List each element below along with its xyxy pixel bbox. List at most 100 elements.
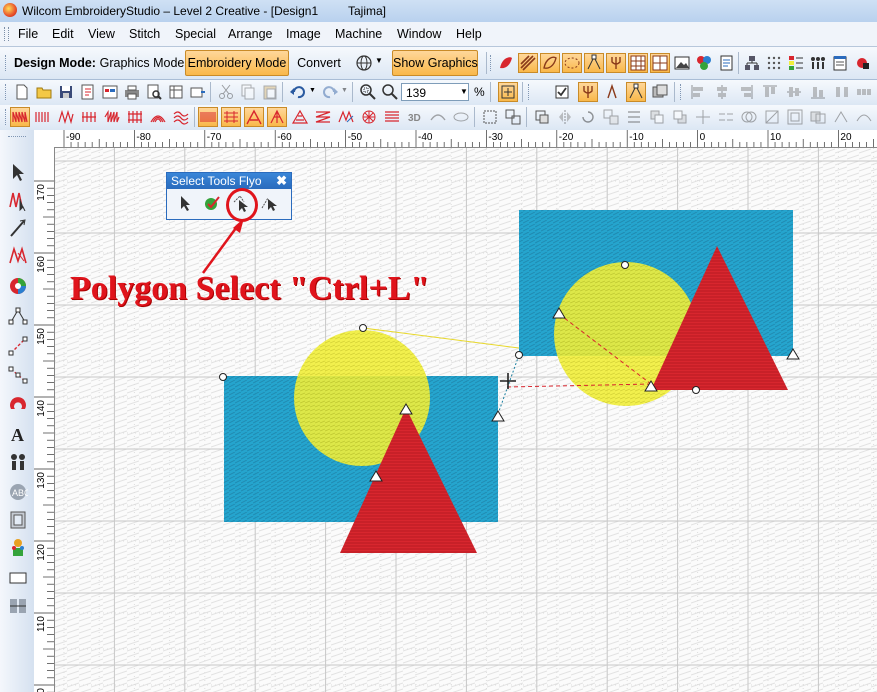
color-wheel-icon[interactable] (7, 274, 29, 298)
redo-dropdown-icon[interactable]: ▼ (341, 87, 348, 94)
fill-zigzag-icon[interactable] (336, 107, 356, 127)
undo-dropdown-icon[interactable]: ▼ (309, 87, 316, 94)
contour-icon[interactable] (148, 107, 168, 127)
fill-crosshatch-icon[interactable] (313, 107, 333, 127)
lasso-select-icon[interactable] (259, 193, 279, 213)
transform-icon[interactable] (532, 107, 552, 127)
distribute-icon[interactable] (832, 82, 852, 102)
wave-fill-icon[interactable] (171, 107, 191, 127)
program-split-icon[interactable] (102, 107, 122, 127)
menu-help[interactable]: Help (456, 27, 482, 41)
globe-icon[interactable] (354, 53, 374, 73)
design-drawing[interactable] (55, 148, 877, 692)
show-graphics-button[interactable]: Show Graphics (392, 50, 478, 76)
trim-icon[interactable] (762, 107, 782, 127)
borders-icon[interactable] (7, 508, 29, 532)
trueview-icon[interactable] (578, 82, 598, 102)
toolbar-grip[interactable] (528, 84, 532, 100)
fork-icon[interactable] (606, 53, 626, 73)
leaf-stitch-icon[interactable] (496, 53, 516, 73)
fill-lines-icon[interactable] (382, 107, 402, 127)
toolbar-grip[interactable] (680, 84, 684, 100)
dashed-shape-icon[interactable] (562, 53, 582, 73)
stitch-edit-icon[interactable] (7, 244, 29, 268)
picture-icon[interactable] (672, 53, 692, 73)
mirror-icon[interactable] (555, 107, 575, 127)
send-machine-icon[interactable] (188, 82, 208, 102)
triple-run-icon[interactable] (33, 107, 53, 127)
dots-grid-icon[interactable] (764, 53, 784, 73)
color-shapes-icon[interactable] (694, 53, 714, 73)
embroidery-mode-button[interactable]: Embroidery Mode (185, 50, 289, 76)
people-icon[interactable] (808, 53, 828, 73)
select-arrow-icon[interactable] (7, 160, 29, 184)
reshape-icon[interactable] (7, 216, 29, 240)
copy-object-icon[interactable] (601, 107, 621, 127)
align-top-icon[interactable] (760, 82, 780, 102)
toolbar-grip[interactable] (5, 84, 9, 100)
node-shape-icon[interactable] (584, 53, 604, 73)
open-folder-icon[interactable] (34, 82, 54, 102)
align-left-icon[interactable] (688, 82, 708, 102)
worksheet-icon[interactable] (166, 82, 186, 102)
satin-fill-icon[interactable] (518, 53, 538, 73)
team-names-icon[interactable] (7, 450, 29, 474)
app-logo-icon[interactable] (3, 3, 17, 17)
lettering-icon[interactable]: A (7, 422, 29, 446)
menu-special[interactable]: Special (175, 27, 216, 41)
select-object-icon[interactable] (175, 193, 195, 213)
space-evenly-icon[interactable] (854, 82, 874, 102)
smooth-icon[interactable] (854, 107, 874, 127)
grid-icon[interactable] (628, 53, 648, 73)
show-hoop-icon[interactable] (498, 82, 518, 102)
export-icon[interactable] (78, 82, 98, 102)
notepad-icon[interactable] (830, 53, 850, 73)
toolbox-grip[interactable] (8, 136, 26, 137)
toolbar-grip[interactable] (5, 109, 9, 125)
run-stitch-icon[interactable] (10, 107, 30, 127)
fill-radial-icon[interactable] (267, 107, 287, 127)
satin-stitch-icon[interactable] (56, 107, 76, 127)
menu-edit[interactable]: Edit (52, 27, 74, 41)
zoom-dropdown-icon[interactable]: ▼ (459, 84, 469, 100)
applique-icon[interactable] (7, 594, 29, 618)
show-stitches-icon[interactable] (602, 82, 622, 102)
fill-3d-icon[interactable]: 3D (405, 107, 425, 127)
align-nodes-icon[interactable] (831, 107, 851, 127)
save-icon[interactable] (56, 82, 76, 102)
show-outlines-icon[interactable] (626, 82, 646, 102)
menu-view[interactable]: View (88, 27, 115, 41)
flyout-header[interactable]: Select Tools Flyo ✖ (167, 173, 291, 189)
remove-overlap-icon[interactable] (808, 107, 828, 127)
align-middle-icon[interactable] (784, 82, 804, 102)
outline-shape-icon[interactable] (540, 53, 560, 73)
toggle-3d-icon[interactable] (650, 82, 670, 102)
paste-icon[interactable] (260, 82, 280, 102)
tatami-icon[interactable] (79, 107, 99, 127)
fill-raised-icon[interactable] (290, 107, 310, 127)
sequence-icon[interactable] (624, 107, 644, 127)
align-center-icon[interactable] (712, 82, 732, 102)
rectangle-icon[interactable] (7, 566, 29, 590)
input-a-icon[interactable] (7, 334, 29, 358)
checkbox-icon[interactable] (552, 82, 572, 102)
menu-machine[interactable]: Machine (335, 27, 382, 41)
fill-sculpt-icon[interactable] (428, 107, 448, 127)
fabric-icon[interactable] (852, 53, 872, 73)
group-icon[interactable] (503, 107, 523, 127)
outline-offset-icon[interactable] (785, 107, 805, 127)
print-icon[interactable] (122, 82, 142, 102)
color-list-icon[interactable] (786, 53, 806, 73)
copy-icon[interactable] (238, 82, 258, 102)
undo-icon[interactable] (288, 82, 308, 102)
fill-satin-icon[interactable] (198, 107, 218, 127)
print-preview-icon[interactable] (144, 82, 164, 102)
toolbar-grip[interactable] (5, 55, 9, 71)
cut-icon[interactable] (216, 82, 236, 102)
menu-grip[interactable] (4, 27, 9, 41)
select-color-icon[interactable] (203, 193, 223, 213)
rotate-icon[interactable] (578, 107, 598, 127)
menu-window[interactable]: Window (397, 27, 441, 41)
break-icon[interactable] (716, 107, 736, 127)
menu-arrange[interactable]: Arrange (228, 27, 272, 41)
